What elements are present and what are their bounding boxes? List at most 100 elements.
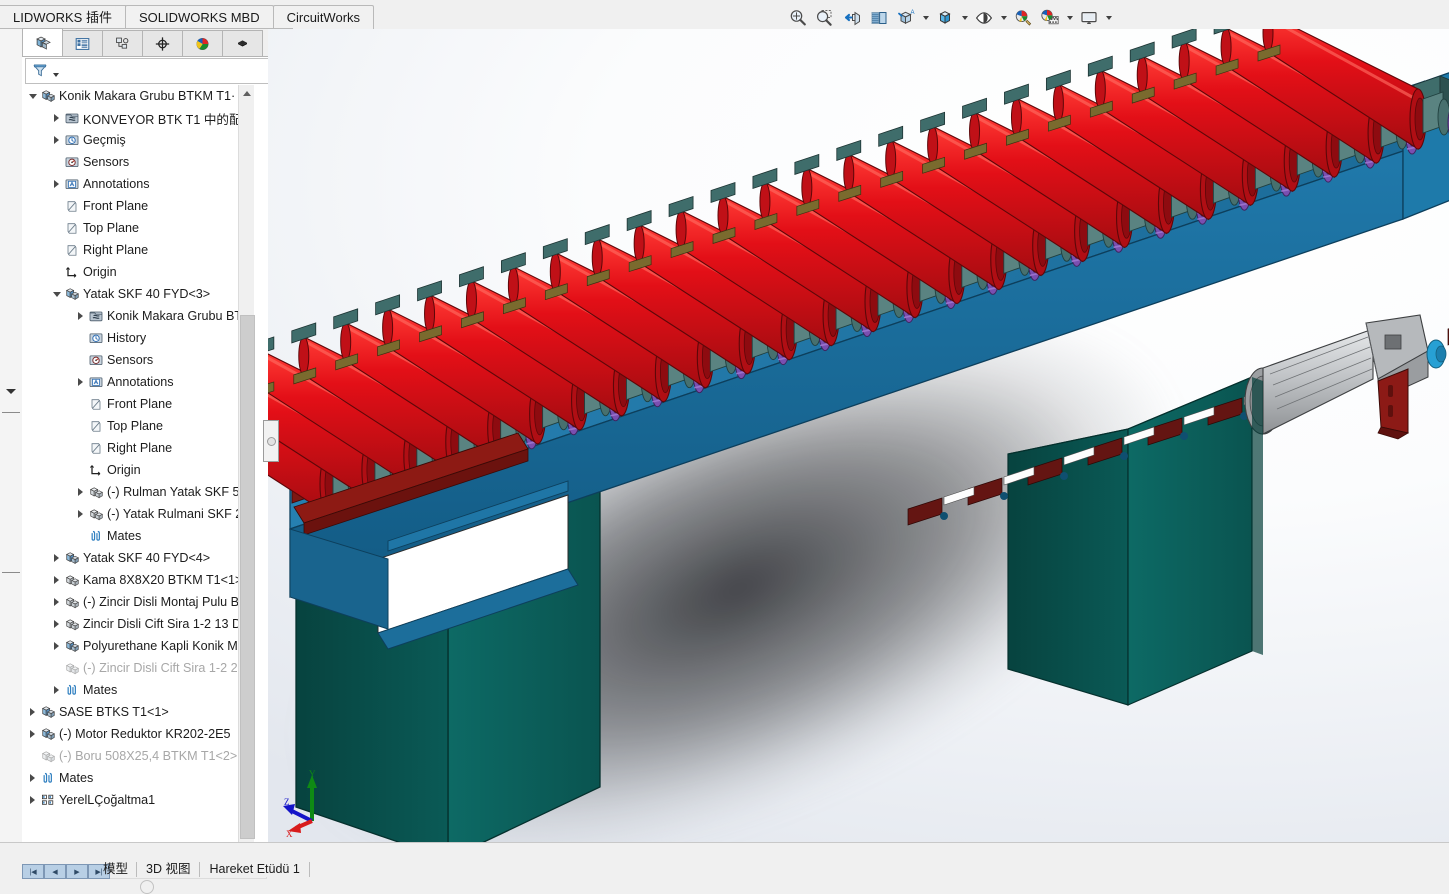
chevron-right-icon[interactable] [50, 613, 63, 635]
tree-item[interactable]: Top Plane [22, 217, 254, 239]
assembly-icon [63, 283, 81, 305]
tree-item[interactable]: History [22, 327, 254, 349]
tree-item[interactable]: Top Plane [22, 415, 254, 437]
tree-item[interactable]: YerelLÇoğaltma1 [22, 789, 254, 811]
tree-item[interactable]: Yatak SKF 40 FYD<3> [22, 283, 254, 305]
chevron-right-icon[interactable] [50, 129, 63, 151]
configuration-manager-tab[interactable] [102, 30, 143, 57]
tree-filter-bar[interactable] [25, 58, 272, 84]
chevron-right-icon[interactable] [50, 679, 63, 701]
view-settings-dropdown-icon[interactable] [1103, 6, 1114, 30]
tree-item[interactable]: Front Plane [22, 393, 254, 415]
chevron-right-icon[interactable] [50, 591, 63, 613]
tree-item[interactable]: KONVEYOR BTK T1 中的配合 [22, 107, 254, 129]
tree-item[interactable]: (-) Rulman Yatak SKF 5C [22, 481, 254, 503]
chevron-right-icon[interactable] [50, 635, 63, 657]
chevron-right-icon[interactable] [50, 547, 63, 569]
plane-icon [87, 393, 105, 415]
hide-show-items-dropdown-icon[interactable] [998, 6, 1009, 30]
tree-vertical-scrollbar[interactable] [238, 85, 255, 855]
tree-item[interactable]: (-) Motor Reduktor KR202-2E5 [22, 723, 254, 745]
tree-item-label: Origin [107, 463, 141, 477]
tree-item[interactable]: Polyurethane Kapli Konik M [22, 635, 254, 657]
scroll-up-button[interactable] [239, 85, 254, 101]
feature-manager-tab[interactable] [22, 28, 63, 57]
chevron-right-icon[interactable] [74, 481, 87, 503]
display-manager-tab[interactable] [182, 30, 223, 57]
graphics-area[interactable]: Y Z X [268, 29, 1449, 876]
tree-item[interactable]: SASE BTKS T1<1> [22, 701, 254, 723]
tree-item[interactable]: Front Plane [22, 195, 254, 217]
tree-item[interactable]: Origin [22, 261, 254, 283]
chevron-right-icon[interactable] [26, 701, 39, 723]
section-view-icon[interactable] [866, 6, 892, 30]
addins-manager-tab[interactable] [222, 30, 263, 57]
chevron-right-icon[interactable] [74, 503, 87, 525]
rail-collapse-chevron-icon[interactable] [6, 389, 16, 394]
tree-item[interactable]: Sensors [22, 349, 254, 371]
tree-item-label: YerelLÇoğaltma1 [59, 793, 156, 807]
apply-scene-dropdown-icon[interactable] [1064, 6, 1075, 30]
command-tab-solidworks-mbd[interactable]: SOLIDWORKS MBD [124, 5, 274, 29]
view-settings-display-icon[interactable] [1076, 6, 1102, 30]
tree-expand-spacer [50, 261, 63, 283]
chevron-right-icon[interactable] [74, 371, 87, 393]
tree-item-label: Yatak SKF 40 FYD<4> [83, 551, 211, 565]
chevron-right-icon[interactable] [74, 305, 87, 327]
tree-item[interactable]: (-) Zincir Disli Cift Sira 1-2 2 [22, 657, 254, 679]
chevron-down-icon[interactable] [50, 283, 63, 305]
tree-item[interactable]: (-) Zincir Disli Montaj Pulu B [22, 591, 254, 613]
display-style-icon[interactable] [932, 6, 958, 30]
sheet-tab-bar[interactable]: 模型 3D 视图 Hareket Etüdü 1 [95, 862, 310, 877]
tree-item[interactable]: Right Plane [22, 437, 254, 459]
previous-view-icon[interactable] [839, 6, 865, 30]
edit-appearance-icon[interactable] [1010, 6, 1036, 30]
chevron-right-icon[interactable] [50, 107, 63, 129]
tree-item[interactable]: Annotations [22, 173, 254, 195]
property-manager-tab[interactable] [62, 30, 103, 57]
chevron-right-icon[interactable] [50, 569, 63, 591]
chevron-right-icon[interactable] [50, 173, 63, 195]
zoom-to-area-icon[interactable] [812, 6, 838, 30]
panel-resize-grip[interactable] [140, 880, 154, 894]
chevron-down-icon[interactable] [26, 85, 39, 107]
chevron-right-icon[interactable] [26, 767, 39, 789]
command-tab-circuitworks[interactable]: CircuitWorks [272, 5, 375, 29]
chevron-right-icon[interactable] [26, 789, 39, 811]
tree-item[interactable]: Mates [22, 767, 254, 789]
previous-sheet-button[interactable]: ◀ [44, 864, 66, 879]
hide-show-items-icon[interactable] [971, 6, 997, 30]
command-tab-solidworks-addins[interactable]: LIDWORKS 插件 [0, 5, 126, 29]
tree-item[interactable]: Zincir Disli Cift Sira 1-2 13 D [22, 613, 254, 635]
view-orientation-icon[interactable]: A [893, 6, 919, 30]
tree-item[interactable]: Kama 8X8X20 BTKM T1<1> [22, 569, 254, 591]
dimxpert-manager-tab[interactable] [142, 30, 183, 57]
tree-item[interactable]: Annotations [22, 371, 254, 393]
zoom-to-fit-icon[interactable] [785, 6, 811, 30]
tab-model[interactable]: 模型 [94, 862, 137, 877]
tree-item[interactable]: Mates [22, 679, 254, 701]
feature-tree[interactable]: Konik Makara Grubu BTKM T1· KONVEYOR BTK … [22, 85, 254, 855]
tab-3d-views[interactable]: 3D 视图 [136, 862, 201, 877]
next-sheet-button[interactable]: ▶ [66, 864, 88, 879]
part-icon [63, 569, 81, 591]
tree-item[interactable]: Mates [22, 525, 254, 547]
tree-item[interactable]: Right Plane [22, 239, 254, 261]
chevron-right-icon[interactable] [26, 723, 39, 745]
scroll-thumb[interactable] [240, 315, 255, 839]
first-sheet-button[interactable]: |◀ [22, 864, 44, 879]
tree-item[interactable]: Konik Makara Grubu BT [22, 305, 254, 327]
tree-item[interactable]: Yatak SKF 40 FYD<4> [22, 547, 254, 569]
tree-item[interactable]: Geçmiş [22, 129, 254, 151]
tree-item[interactable]: Konik Makara Grubu BTKM T1· [22, 85, 254, 107]
filter-dropdown-icon[interactable] [53, 72, 59, 77]
display-style-dropdown-icon[interactable] [959, 6, 970, 30]
apply-scene-icon[interactable] [1037, 6, 1063, 30]
tree-item[interactable]: Origin [22, 459, 254, 481]
tree-item[interactable]: Sensors [22, 151, 254, 173]
panel-splitter-handle[interactable] [263, 420, 279, 462]
tree-item[interactable]: (-) Yatak Rulmani SKF 2 [22, 503, 254, 525]
view-orientation-dropdown-icon[interactable] [920, 6, 931, 30]
tab-motion-study[interactable]: Hareket Etüdü 1 [199, 862, 310, 877]
tree-item[interactable]: (-) Boru 508X25,4 BTKM T1<2> [22, 745, 254, 767]
